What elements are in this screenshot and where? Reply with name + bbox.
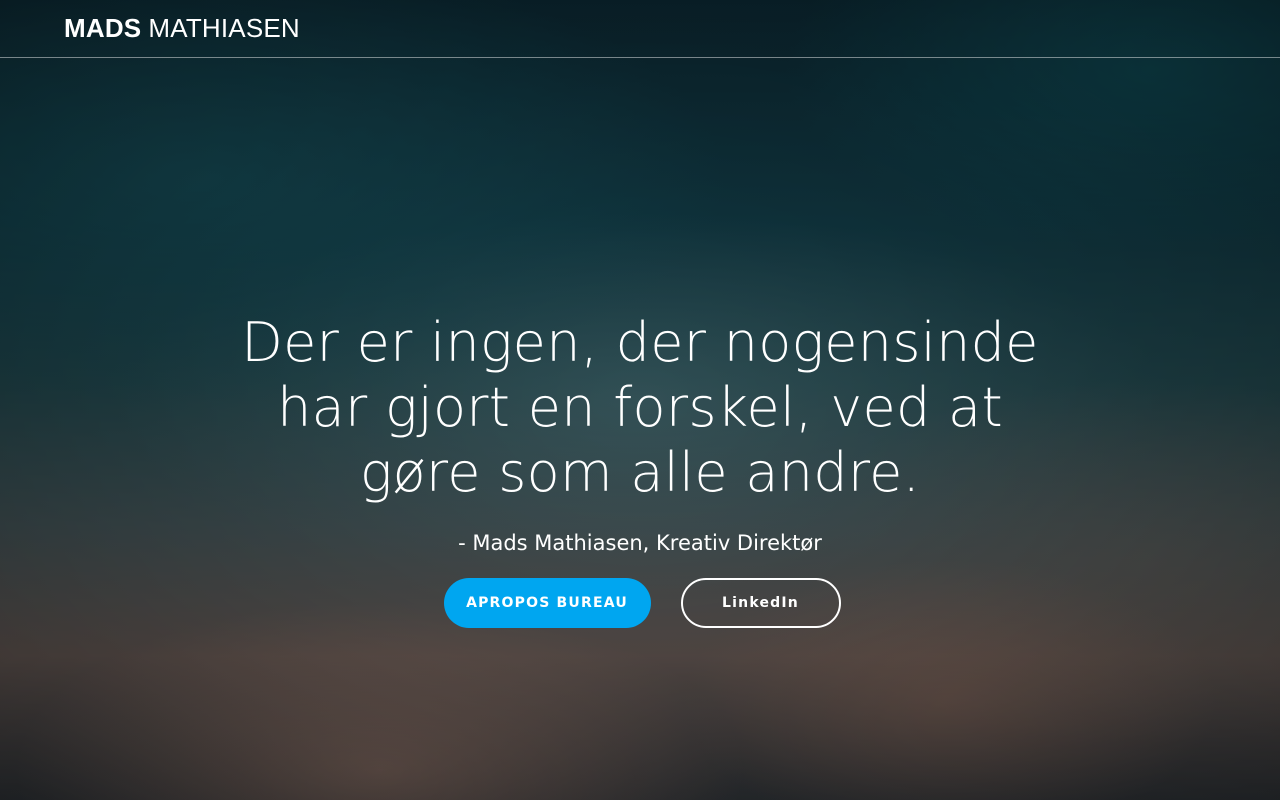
hero-quote: Der er ingen, der nogensinde har gjort e… (241, 311, 1039, 504)
apropos-bureau-button[interactable]: APROPOS BUREAU (443, 578, 651, 628)
hero-section: Der er ingen, der nogensinde har gjort e… (0, 310, 1280, 628)
quote-attribution: - Mads Mathiasen, Kreativ Direktør (458, 531, 822, 555)
navbar: MADS MATHIASEN (0, 0, 1280, 58)
brand-last-name: MATHIASEN (148, 13, 300, 43)
brand-logo-link[interactable]: MADS MATHIASEN (64, 12, 300, 44)
hero-buttons: APROPOS BUREAU LinkedIn (0, 578, 1280, 628)
linkedin-button[interactable]: LinkedIn (680, 578, 841, 628)
brand-first-name: MADS (64, 13, 142, 43)
